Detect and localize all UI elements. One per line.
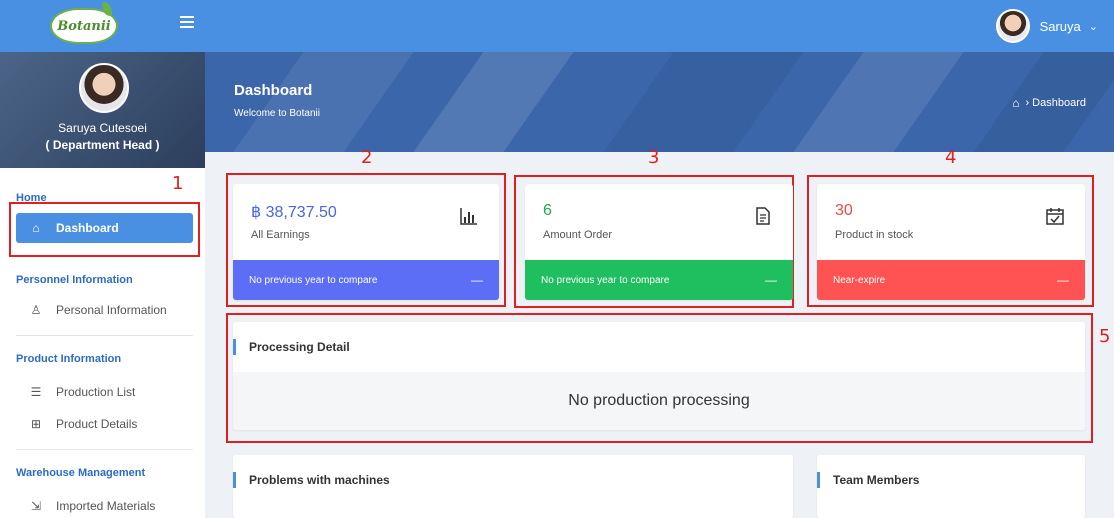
sidebar-item-personal-information[interactable]: ♙ Personal Information <box>16 295 193 325</box>
list-icon: ☰ <box>30 385 42 399</box>
stat-label: All Earnings <box>251 229 310 241</box>
sidebar-item-label: Imported Materials <box>56 499 156 513</box>
stat-value: 30 <box>835 202 853 219</box>
section-title-product: Product Information <box>16 353 122 365</box>
minus-icon[interactable]: — <box>1057 273 1069 287</box>
panel-title: Team Members <box>817 455 1085 505</box>
calendar-check-icon <box>1046 208 1064 225</box>
document-icon <box>756 207 770 225</box>
sidebar-item-label: Production List <box>56 385 136 399</box>
panel-title: Problems with machines <box>233 455 793 505</box>
minus-icon[interactable]: — <box>471 273 483 287</box>
team-members-panel: Team Members <box>817 455 1085 518</box>
annotation-number: 3 <box>648 147 660 168</box>
profile-avatar <box>79 63 129 113</box>
user-name: Saruya <box>1039 18 1081 34</box>
annotation-box <box>9 202 200 257</box>
stat-footer: No previous year to compare — <box>233 260 499 300</box>
top-bar: Botanii Saruya ⌄ <box>0 0 1114 52</box>
avatar <box>995 9 1030 43</box>
empty-state-message: No production processing <box>233 372 1085 430</box>
section-title-personnel: Personnel Information <box>16 274 133 286</box>
home-icon[interactable]: ⌂ <box>1012 96 1019 110</box>
stat-footer-text: Near-expire <box>833 274 886 286</box>
stat-label: Product in stock <box>835 229 914 241</box>
annotation-number: 4 <box>945 147 957 168</box>
annotation-number: 2 <box>361 147 373 168</box>
botanii-logo[interactable]: Botanii <box>50 2 118 44</box>
stat-card-orders: 6 Amount Order No previous year to compa… <box>525 184 793 300</box>
stat-value: 6 <box>543 202 552 219</box>
user-menu[interactable]: Saruya ⌄ <box>995 9 1098 43</box>
problems-panel: Problems with machines <box>233 455 793 518</box>
sidebar: Saruya Cutesoei ( Department Head ) Home… <box>0 52 205 518</box>
import-icon: ⇲ <box>30 499 42 513</box>
bar-chart-icon <box>460 208 477 225</box>
annotation-number: 1 <box>172 173 184 194</box>
profile-panel: Saruya Cutesoei ( Department Head ) <box>0 52 205 168</box>
sidebar-item-production-list[interactable]: ☰ Production List <box>16 377 193 407</box>
divider <box>16 335 193 336</box>
panel-title: Processing Detail <box>233 322 1085 372</box>
page-header: Dashboard Welcome to Botanii ⌂ › Dashboa… <box>205 52 1114 152</box>
sidebar-item-label: Personal Information <box>56 303 167 317</box>
logo-text: Botanii <box>57 18 111 34</box>
profile-name: Saruya Cutesoei <box>58 121 147 135</box>
stat-footer-text: No previous year to compare <box>249 274 378 286</box>
breadcrumb: ⌂ › Dashboard <box>1012 96 1086 110</box>
annotation-number: 5 <box>1099 326 1111 347</box>
stat-footer: No previous year to compare — <box>525 260 793 300</box>
sidebar-item-product-details[interactable]: ⊞ Product Details <box>16 409 193 439</box>
section-title-warehouse: Warehouse Management <box>16 467 146 479</box>
sidebar-item-imported-materials[interactable]: ⇲ Imported Materials <box>16 491 193 518</box>
divider <box>16 449 193 450</box>
processing-detail-panel: Processing Detail No production processi… <box>233 322 1085 430</box>
stat-card-stock: 30 Product in stock Near-expire — <box>817 184 1085 300</box>
profile-role: ( Department Head ) <box>45 138 160 152</box>
leaf-icon <box>102 2 112 16</box>
sidebar-item-label: Product Details <box>56 417 138 431</box>
page-subtitle: Welcome to Botanii <box>234 108 320 119</box>
breadcrumb-current: › Dashboard <box>1025 97 1086 109</box>
page-title: Dashboard <box>234 82 313 99</box>
menu-toggle-icon[interactable] <box>180 16 194 30</box>
stat-card-earnings: ฿ 38,737.50 All Earnings No previous yea… <box>233 184 499 300</box>
stat-footer-text: No previous year to compare <box>541 274 670 286</box>
stat-value: ฿ 38,737.50 <box>251 204 337 221</box>
user-icon: ♙ <box>30 303 42 317</box>
stat-footer: Near-expire — <box>817 260 1085 300</box>
grid-icon: ⊞ <box>30 417 42 431</box>
minus-icon[interactable]: — <box>765 273 777 287</box>
chevron-down-icon: ⌄ <box>1088 20 1098 33</box>
stat-label: Amount Order <box>543 229 613 241</box>
